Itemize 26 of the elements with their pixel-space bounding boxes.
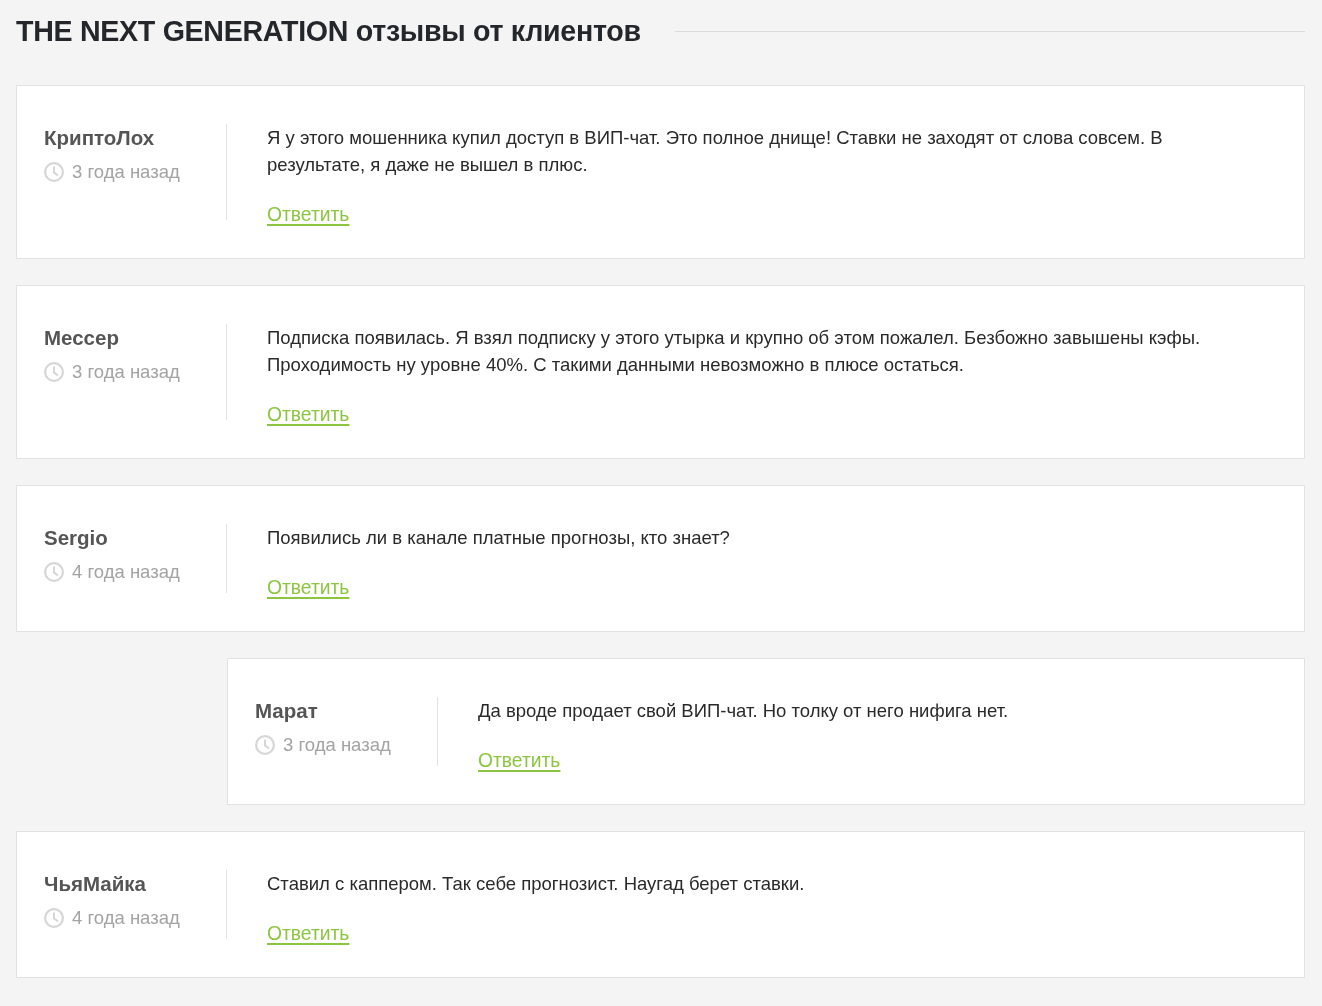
comment-text: Да вроде продает свой ВИП-чат. Но толку от него нифига нет. [478, 699, 1010, 723]
reply-link[interactable]: Ответить [267, 920, 350, 947]
clock-icon [44, 362, 64, 382]
clock-icon [44, 908, 64, 928]
author-name: ЧьяМайка [44, 871, 147, 897]
clock-icon [44, 562, 64, 582]
timestamp: 3 года назад [283, 733, 391, 757]
reply-link[interactable]: Ответить [267, 574, 350, 601]
author-name: Марат [255, 698, 319, 724]
reply-link[interactable]: Ответить [478, 747, 561, 774]
author-name: Sergio [44, 525, 109, 551]
timestamp: 4 года назад [72, 906, 180, 930]
comment-text: Ставил с каппером. Так себе прогнозист. Наугад берет ставки. [267, 872, 806, 896]
clock-icon [44, 162, 64, 182]
comment-text: Появились ли в канале платные прогнозы, кто знает? [267, 526, 731, 550]
comment-text: Я у этого мошенника купил доступ в ВИП-чат. Это полное днище! Ставки не заходят от слова совсем. В результате, я даже не вышел в плюс. [267, 126, 1164, 177]
timestamp: 4 года назад [72, 560, 180, 584]
comment-text: Подписка появилась. Я взял подписку у этого утырка и крупно об этом пожалел. Безбожно завышены кэфы. Проходимость ну уровне 40%. С такими данными невозможно в плюсе остаться. [267, 326, 1202, 377]
clock-icon [255, 735, 275, 755]
page-title: THE NEXT GENERATION отзывы от клиентов [16, 14, 641, 48]
author-name: Мессер [44, 325, 120, 351]
reply-link[interactable]: Ответить [267, 201, 350, 228]
author-name: КриптоЛох [44, 125, 156, 151]
reply-link[interactable]: Ответить [267, 401, 350, 428]
timestamp: 3 года назад [72, 360, 180, 384]
timestamp: 3 года назад [72, 160, 180, 184]
